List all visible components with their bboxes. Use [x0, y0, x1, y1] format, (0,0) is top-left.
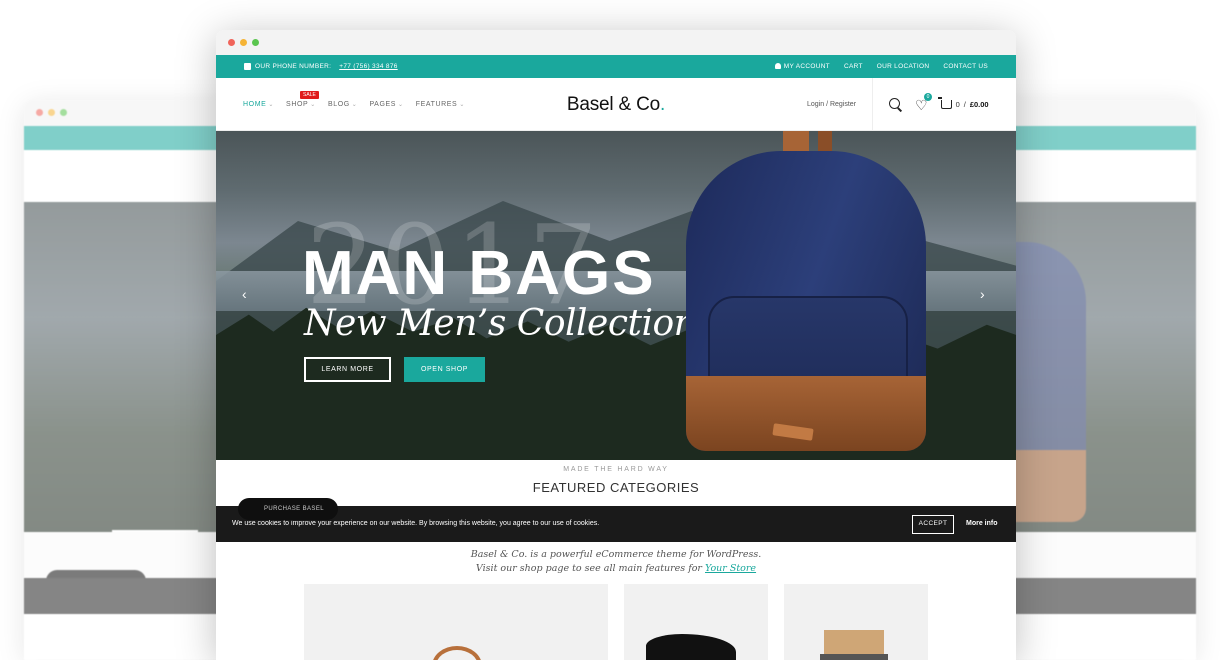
cart-total: £0.00 — [969, 100, 989, 109]
cart-icon — [937, 97, 952, 109]
backpack-image — [668, 131, 940, 460]
our-location-link[interactable]: OUR LOCATION — [877, 55, 930, 78]
slider-next-arrow[interactable]: › — [980, 286, 985, 302]
cookie-more-info-link[interactable]: More info — [966, 506, 998, 542]
phone-icon — [244, 63, 251, 70]
purchase-basel-button[interactable]: PURCHASE BASEL — [238, 498, 338, 520]
phone-number-link[interactable]: +77 (756) 334 876 — [339, 55, 397, 78]
header-tools: ♡ 0 0 / £0.00 — [889, 78, 989, 131]
category-tile[interactable] — [624, 584, 768, 660]
top-bar: OUR PHONE NUMBER: +77 (756) 334 876 MY A… — [216, 55, 1016, 78]
section-description: Basel & Co. is a powerful eCommerce them… — [470, 549, 762, 574]
window-controls — [228, 39, 259, 46]
cookie-accept-button[interactable]: ACCEPT — [912, 515, 954, 534]
hero-slider: 2017 MAN BAGS New Men’s Collection LEARN… — [216, 131, 1016, 460]
cart-separator: / — [963, 100, 966, 109]
browser-chrome — [216, 30, 1016, 55]
contact-us-link[interactable]: CONTACT US — [943, 55, 988, 78]
open-shop-button[interactable]: OPEN SHOP — [404, 357, 485, 382]
login-register-link[interactable]: Login / Register — [807, 78, 856, 131]
phone-label: OUR PHONE NUMBER: — [255, 63, 332, 70]
my-account-link[interactable]: MY ACCOUNT — [774, 55, 830, 78]
category-tile[interactable] — [784, 584, 928, 660]
slider-prev-arrow[interactable]: ‹ — [242, 286, 247, 302]
learn-more-button[interactable]: LEARN MORE — [304, 357, 391, 382]
your-store-link[interactable]: Your Store — [705, 563, 756, 574]
section-heading: FEATURED CATEGORIES — [532, 480, 700, 495]
main-header: HOME ⌄ SALE SHOP ⌄ BLOG ⌄ PAGES ⌄ FEATURES ⌄ B… — [216, 78, 1016, 131]
search-icon[interactable] — [889, 98, 902, 111]
showcase-stage: OUR PHONE NUMBER: +77 (756) 334 876 MY A… — [0, 0, 1220, 660]
user-icon — [774, 63, 781, 69]
category-tile[interactable] — [304, 584, 608, 660]
maximize-dot[interactable] — [252, 39, 259, 46]
cart-link[interactable]: CART — [844, 55, 863, 78]
wishlist-button[interactable]: ♡ 0 — [915, 92, 932, 112]
section-kicker: MADE THE HARD WAY — [563, 466, 669, 473]
divider — [872, 78, 873, 131]
close-dot[interactable] — [228, 39, 235, 46]
browser-window: OUR PHONE NUMBER: +77 (756) 334 876 MY A… — [216, 30, 1016, 660]
top-links: MY ACCOUNT CART OUR LOCATION CONTACT US — [774, 55, 988, 78]
phone-info: OUR PHONE NUMBER: +77 (756) 334 876 — [244, 55, 398, 78]
minimize-dot[interactable] — [240, 39, 247, 46]
hero-subtitle: New Men’s Collection — [304, 303, 697, 344]
cart-button[interactable]: 0 / £0.00 — [937, 97, 989, 109]
cart-count: 0 — [955, 100, 960, 109]
wishlist-count-badge: 0 — [924, 92, 932, 101]
featured-section: MADE THE HARD WAY FEATURED CATEGORIES We… — [216, 460, 1016, 660]
hero-title: MAN BAGS — [302, 239, 656, 308]
